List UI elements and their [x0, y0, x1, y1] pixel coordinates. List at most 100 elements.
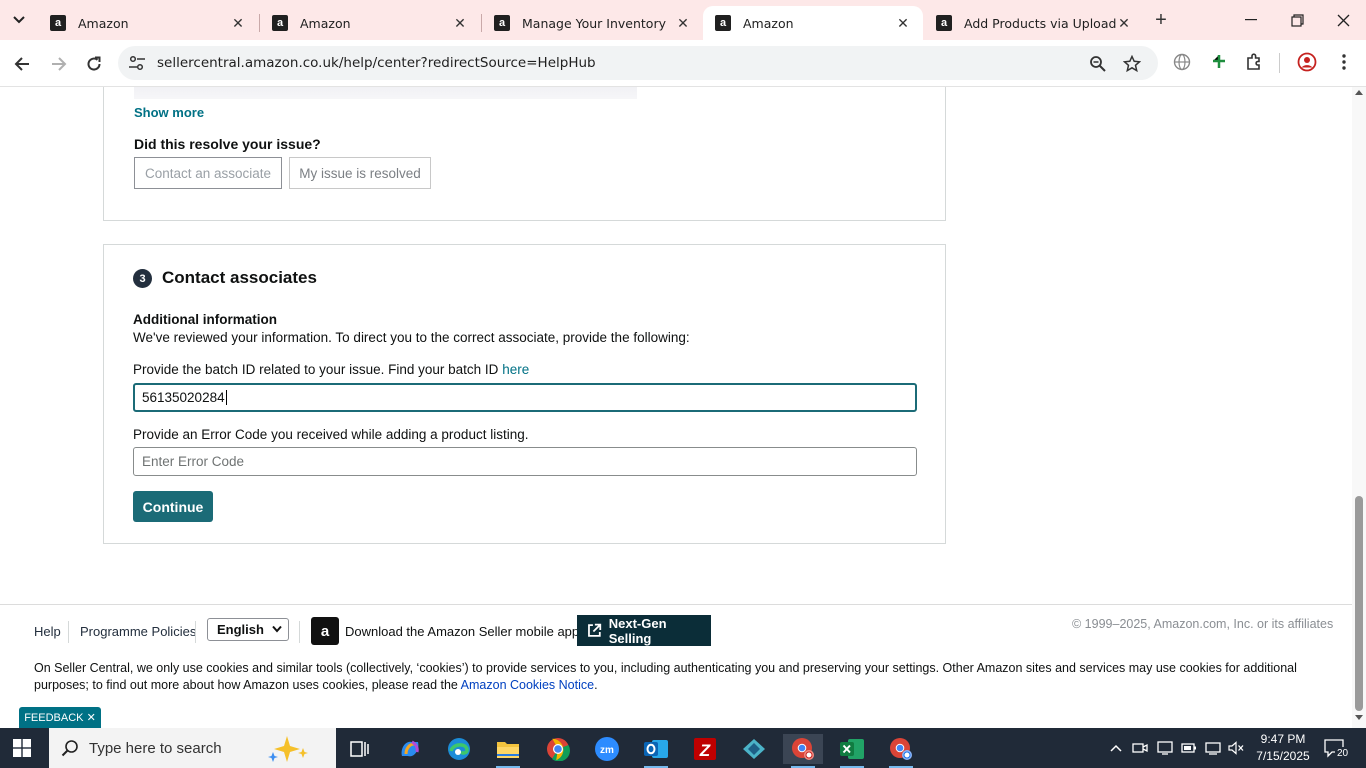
extensions-icon[interactable] [1243, 51, 1265, 73]
network-tray-icon[interactable] [1204, 740, 1222, 756]
cookies-notice-link[interactable]: Amazon Cookies Notice [461, 678, 594, 692]
tab-title: Add Products via Upload: Cl [964, 15, 1116, 31]
taskbar-search-placeholder: Type here to search [89, 739, 222, 757]
contact-associate-button[interactable]: Contact an associate [134, 157, 282, 189]
amazon-favicon-icon: a [494, 15, 510, 31]
cookie-end: . [594, 678, 598, 692]
close-icon[interactable]: ✕ [895, 15, 911, 32]
camera-tray-icon[interactable] [1131, 740, 1149, 756]
windows-start-icon[interactable] [13, 739, 31, 757]
volume-muted-tray-icon[interactable] [1227, 740, 1245, 756]
close-icon [1337, 14, 1349, 26]
clock-time: 9:47 PM [1260, 732, 1306, 746]
browser-menu-icon[interactable] [1333, 51, 1355, 73]
edge-browser-icon[interactable] [439, 734, 479, 764]
copilot-sparkle-icon [268, 736, 308, 762]
cookie-text: On Seller Central, we only use cookies a… [34, 661, 1297, 692]
language-select[interactable]: English [207, 618, 289, 641]
footer-help-link[interactable]: Help [34, 624, 61, 639]
batch-id-here-link[interactable]: here [502, 362, 529, 377]
error-code-input[interactable] [133, 447, 917, 476]
feedback-tab[interactable]: FEEDBACK ✕ [19, 707, 101, 728]
copilot-app-icon[interactable] [390, 734, 430, 764]
footer-divider [68, 621, 69, 643]
notification-center-icon[interactable]: 20 [1324, 738, 1350, 763]
footer-policies-link[interactable]: Programme Policies [80, 624, 196, 639]
error-code-label: Provide an Error Code you received while… [133, 427, 529, 442]
battery-tray-icon[interactable] [1180, 740, 1198, 756]
arrow-left-icon [14, 57, 29, 71]
scrollbar-thumb[interactable] [1355, 496, 1363, 711]
task-view-icon[interactable] [340, 734, 380, 764]
taskbar-clock[interactable]: 9:47 PM 7/15/2025 [1248, 731, 1318, 765]
issue-resolved-button[interactable]: My issue is resolved [289, 157, 431, 189]
seller-app-download-link[interactable]: a Download the Amazon Seller mobile app [311, 617, 579, 645]
chevron-down-icon [13, 16, 25, 24]
url-text[interactable]: sellercentral.amazon.co.uk/help/center?r… [157, 55, 596, 71]
scroll-down-arrow-icon[interactable] [1355, 715, 1363, 720]
text-caret [225, 390, 227, 405]
taskbar-search-box[interactable]: Type here to search [49, 728, 336, 768]
site-settings-icon[interactable] [128, 55, 146, 71]
browser-tab[interactable]: a Amazon ✕ [38, 6, 258, 40]
forward-button[interactable] [46, 51, 72, 77]
profile-avatar-icon[interactable] [1296, 51, 1318, 73]
contact-associates-card: 3 Contact associates Additional informat… [103, 244, 946, 544]
svg-text:Z: Z [699, 741, 711, 760]
browser-tab[interactable]: a Amazon ✕ [260, 6, 480, 40]
close-window-button[interactable] [1320, 6, 1366, 34]
browser-tab[interactable]: a Manage Your Inventory ✕ [482, 6, 703, 40]
outlook-icon[interactable] [636, 734, 676, 768]
article-image [134, 87, 637, 99]
excel-icon[interactable] [832, 734, 872, 768]
cookie-notice: On Seller Central, we only use cookies a… [34, 660, 1319, 694]
page-footer: Help Programme Policies English a Downlo… [0, 604, 1352, 728]
feedback-label: FEEDBACK [24, 711, 84, 724]
page-scrollbar[interactable] [1352, 87, 1366, 728]
address-bar[interactable]: sellercentral.amazon.co.uk/help/center?r… [118, 46, 1158, 80]
additional-info-heading: Additional information [133, 312, 277, 327]
close-icon[interactable]: ✕ [452, 15, 468, 32]
scroll-up-arrow-icon[interactable] [1355, 90, 1363, 95]
batch-id-input[interactable]: 56135020284 [133, 383, 917, 412]
chrome-profile-icon[interactable] [783, 734, 823, 768]
toolbar-divider [1279, 53, 1280, 73]
zoom-icon[interactable] [1088, 54, 1108, 74]
reload-button[interactable] [81, 51, 107, 77]
close-icon[interactable]: ✕ [675, 15, 691, 32]
next-gen-label: Next-Gen Selling [608, 615, 667, 646]
filezilla-icon[interactable]: Z [685, 734, 725, 764]
amazon-favicon-icon: a [936, 15, 952, 31]
tab-search-button[interactable] [6, 8, 32, 32]
zoom-app-icon[interactable]: zm [587, 734, 627, 764]
page-content: Show more Did this resolve your issue? C… [0, 87, 1352, 728]
translate-icon[interactable] [1171, 51, 1193, 73]
browser-tab[interactable]: a Add Products via Upload: Cl ✕ [924, 6, 1144, 40]
new-tab-button[interactable]: + [1150, 8, 1172, 32]
show-hidden-icons-chevron-icon[interactable] [1107, 740, 1125, 756]
restore-button[interactable] [1274, 6, 1320, 34]
amazon-favicon-icon: a [272, 15, 288, 31]
file-explorer-icon[interactable] [488, 734, 528, 768]
close-icon[interactable]: ✕ [230, 15, 246, 32]
app-diamond-icon[interactable] [734, 734, 774, 764]
browser-tab-active[interactable]: a Amazon ✕ [703, 6, 923, 40]
screen-share-tray-icon[interactable] [1156, 740, 1174, 756]
extension-puzzle-green-icon[interactable] [1209, 51, 1231, 73]
browser-tab-strip: a Amazon ✕ a Amazon ✕ a Manage Your Inve… [0, 0, 1366, 40]
minimize-button[interactable] [1228, 6, 1274, 34]
continue-button[interactable]: Continue [133, 491, 213, 522]
back-button[interactable] [9, 51, 35, 77]
chrome-icon[interactable] [538, 734, 578, 764]
close-icon[interactable]: ✕ [1116, 15, 1132, 32]
restore-icon [1290, 13, 1304, 27]
chrome-profile-2-icon[interactable] [881, 734, 921, 768]
show-more-link[interactable]: Show more [134, 105, 204, 120]
bookmark-star-icon[interactable] [1122, 54, 1142, 74]
arrow-right-icon [52, 57, 67, 71]
next-gen-selling-button[interactable]: Next-Gen Selling [577, 615, 711, 646]
copyright-text: © 1999–2025, Amazon.com, Inc. or its aff… [1072, 617, 1334, 631]
step-number-badge: 3 [133, 269, 152, 288]
close-icon[interactable]: ✕ [87, 711, 96, 724]
resolve-card: Show more Did this resolve your issue? C… [103, 87, 946, 221]
